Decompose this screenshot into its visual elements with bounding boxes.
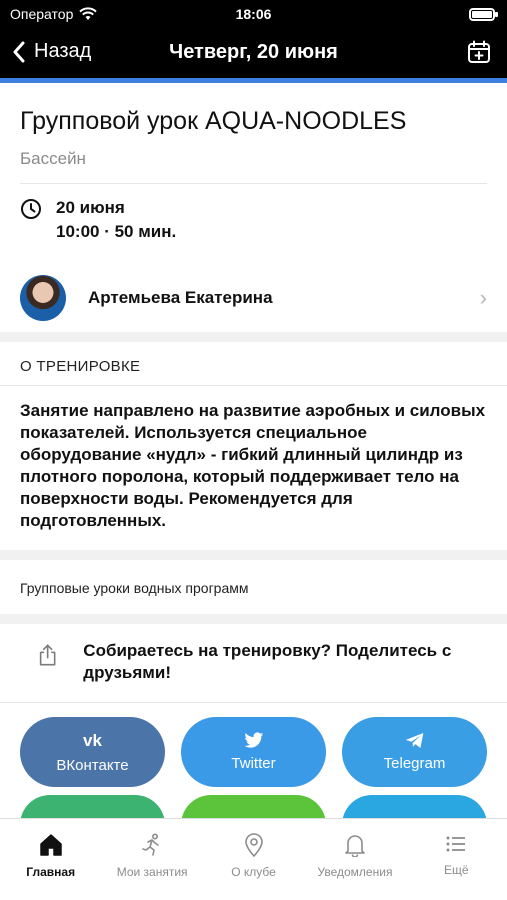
share-text: Собираетесь на тренировку? Поделитесь с … [83,641,452,682]
status-bar: Оператор 18:06 [0,0,507,30]
tab-label: Уведомления [317,865,393,879]
location-pin-icon [244,833,263,857]
lesson-date: 20 июня [56,198,125,217]
tab-more[interactable]: Ещё [406,819,507,900]
tab-label: Главная [26,865,76,879]
share-vk-label: ВКонтакте [56,756,129,774]
chevron-right-icon: › [479,285,487,310]
lesson-time: 10:00 · 50 мин. [56,222,177,241]
home-icon [39,834,62,856]
tab-label: Ещё [444,863,469,877]
lesson-category: Групповые уроки водных программ [20,580,249,596]
about-text: Занятие направлено на развитие аэробных … [20,401,486,530]
section-separator [0,332,507,342]
bell-icon [345,835,365,857]
list-icon [446,836,466,852]
twitter-icon [244,732,263,748]
nav-title: Четверг, 20 июня [169,41,338,63]
trainer-name: Артемьева Екатерина [88,288,273,307]
calendar-plus-icon [468,40,490,63]
tab-bar: Главная Мои занятия О клубе Уведомления … [0,818,507,900]
telegram-icon [405,733,423,748]
calendar-add-button[interactable] [467,40,491,69]
share-prompt: Собираетесь на тренировку? Поделитесь с … [0,624,507,702]
lesson-details: Групповой урок AQUA-NOODLES Бассейн 20 и… [0,83,507,825]
trainer-row[interactable]: Артемьева Екатерина › [0,264,507,332]
lesson-location: Бассейн [20,149,487,184]
clock-icon [21,199,41,219]
share-telegram-label: Telegram [383,755,446,772]
lesson-header: Групповой урок AQUA-NOODLES Бассейн [0,83,507,184]
vk-icon: vk [83,730,102,750]
tab-label: О клубе [231,865,276,879]
share-telegram-button[interactable]: Telegram [342,717,487,787]
tab-home[interactable]: Главная [0,819,101,900]
battery-icon [469,8,498,21]
share-twitter-button[interactable]: Twitter [181,717,326,787]
share-buttons: vk ВКонтакте Twitter Telegram [0,702,507,787]
runner-icon [142,833,159,856]
lesson-datetime: 20 июня 10:00 · 50 мин. [0,184,507,244]
share-twitter-label: Twitter [231,755,276,772]
navigation-bar: Назад Четверг, 20 июня [0,30,507,78]
trainer-avatar [20,275,66,321]
lesson-title: Групповой урок AQUA-NOODLES [20,107,407,135]
share-vk-button[interactable]: vk ВКонтакте [20,717,165,787]
tab-label: Мои занятия [116,865,188,879]
status-time: 18:06 [235,6,272,22]
about-header: О ТРЕНИРОВКЕ [0,342,507,386]
tab-about-club[interactable]: О клубе [203,819,304,900]
tab-my-classes[interactable]: Мои занятия [101,819,202,900]
section-separator [0,614,507,624]
section-separator [0,550,507,560]
share-icon [39,644,56,666]
tab-notifications[interactable]: Уведомления [304,819,405,900]
